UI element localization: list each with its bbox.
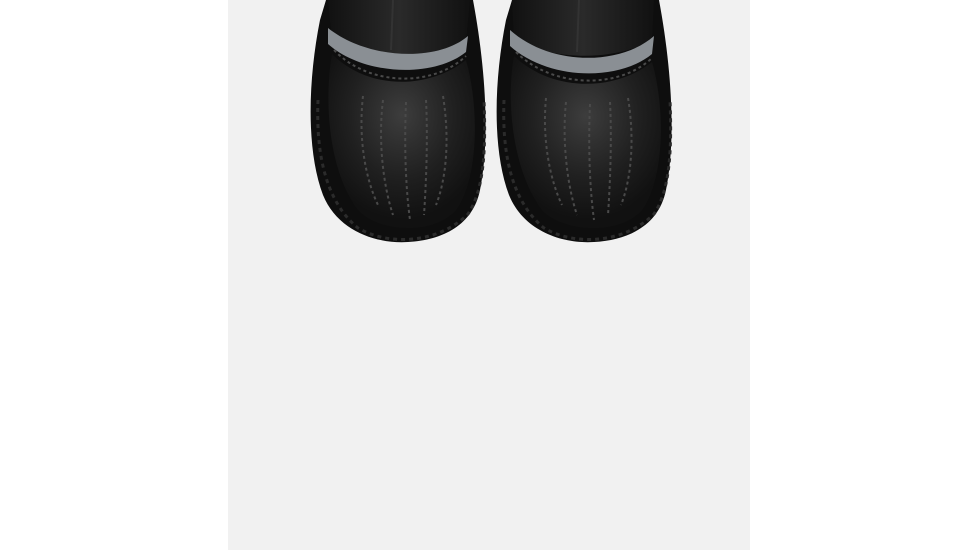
left-boot [310,0,487,243]
right-boot [496,0,673,243]
product-photo-panel [228,0,750,550]
boots-photo [310,0,673,243]
product-image-viewer [0,0,978,550]
